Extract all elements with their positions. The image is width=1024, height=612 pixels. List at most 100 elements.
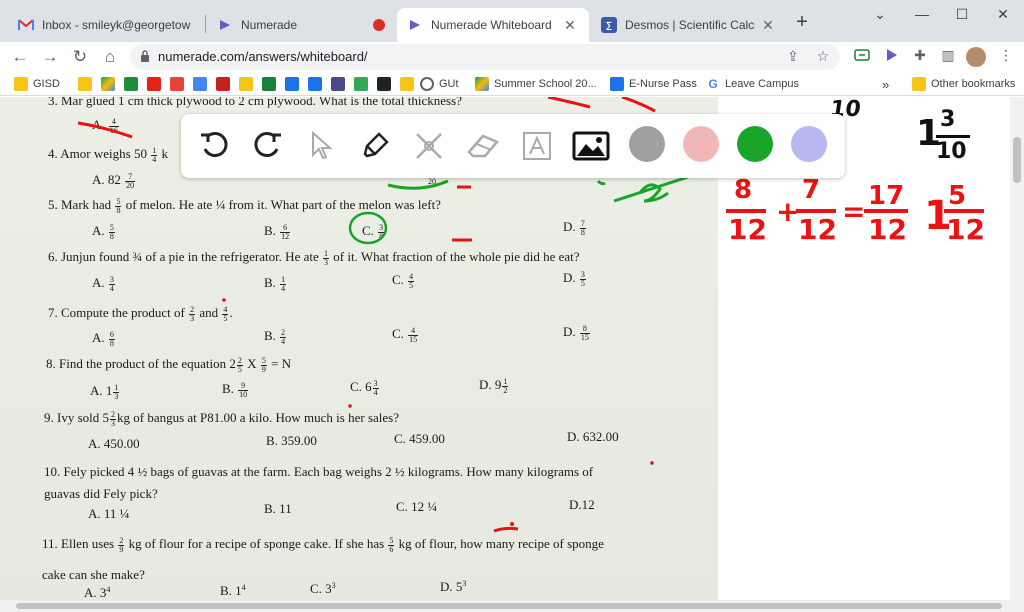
fraction: 13: [323, 248, 329, 267]
bookmark-app[interactable]: [354, 76, 373, 92]
bookmark-app[interactable]: [331, 76, 350, 92]
option-d: D.12: [569, 497, 595, 512]
reload-icon[interactable]: ↻: [68, 45, 92, 69]
bookmark-app[interactable]: [262, 76, 281, 92]
image-icon[interactable]: [571, 126, 611, 166]
pointer-icon[interactable]: [301, 126, 341, 166]
option-label: C.: [362, 223, 374, 238]
folder-icon: [912, 77, 926, 91]
bookmark-app[interactable]: [193, 76, 212, 92]
option-c: C. 12 ¼: [396, 499, 438, 514]
question-text: 6. Junjun found ¾ of a pie in the refrig…: [48, 249, 319, 264]
bookmark-classroom[interactable]: [124, 76, 143, 92]
maximize-icon[interactable]: ☐: [952, 6, 972, 24]
tab-title: Numerade: [241, 18, 298, 32]
bookmark-leave-campus[interactable]: G Leave Campus: [706, 76, 799, 92]
globe-icon: [420, 77, 434, 91]
scrollbar-thumb[interactable]: [16, 603, 1002, 609]
bookmark-gut[interactable]: GUt: [420, 76, 459, 92]
question-9: 9. Ivy sold 5 2 3 kg of bangus at P81.00 a …: [44, 409, 399, 428]
scrollbar-thumb[interactable]: [1013, 137, 1021, 183]
folder-icon: [78, 77, 92, 91]
color-pink-swatch[interactable]: [683, 126, 719, 162]
minimize-icon[interactable]: —: [912, 6, 932, 24]
tab-numerade[interactable]: Numerade: [207, 8, 395, 42]
bookmark-youtube[interactable]: [147, 76, 166, 92]
bookmarks-overflow-icon[interactable]: »: [882, 76, 889, 92]
back-icon[interactable]: ←: [8, 45, 32, 69]
bookmark-other[interactable]: Other bookmarks: [912, 76, 1015, 92]
bookmark-app[interactable]: [216, 76, 235, 92]
puzzle-icon[interactable]: ✚: [910, 47, 930, 67]
question-text: 4. Amor weighs 50: [48, 146, 147, 161]
question-4: 4. Amor weighs 50 14 k: [48, 146, 168, 164]
eraser-icon[interactable]: [463, 126, 503, 166]
bookmark-label: E-Nurse Pass: [629, 78, 697, 90]
bookmarks-bar: GISD GUt Summer School 20... E-Nurse Pas…: [0, 72, 1024, 96]
option-a: A. 68: [92, 329, 115, 348]
bookmark-app[interactable]: [308, 76, 327, 92]
tab-title: Numerade Whiteboard: [431, 18, 552, 32]
option-label: D.: [563, 219, 576, 234]
option-c: C. 4 15: [392, 325, 419, 344]
question-text: 3. Mar glued 1: [48, 97, 125, 108]
question-11-line-2: cake can she make?: [42, 567, 145, 582]
tab-inbox[interactable]: Inbox - smileyk@georgetow: [8, 8, 203, 42]
text-icon[interactable]: [517, 126, 557, 166]
side-panel-icon[interactable]: ▥: [938, 47, 958, 67]
laser-icon[interactable]: [409, 126, 449, 166]
app-icon: [331, 77, 345, 91]
bookmark-label: GISD: [33, 78, 60, 90]
color-green-swatch[interactable]: [737, 126, 773, 162]
option-c: C. 33: [310, 581, 336, 596]
redo-icon[interactable]: [247, 126, 287, 166]
close-tab-icon[interactable]: ✕: [561, 17, 579, 34]
option-d: D. 912: [479, 376, 509, 395]
address-bar[interactable]: numerade.com/answers/whiteboard/ ⇪ ☆: [130, 44, 840, 70]
app-icon: [262, 77, 276, 91]
option-a: A. 34: [84, 585, 111, 600]
pen-icon[interactable]: [355, 126, 395, 166]
bookmark-e-nurse-pass[interactable]: E-Nurse Pass: [610, 76, 697, 92]
bookmark-label: Other bookmarks: [931, 78, 1016, 90]
color-lavender-swatch[interactable]: [791, 126, 827, 162]
extension-icon[interactable]: [852, 47, 872, 67]
share-icon[interactable]: ⇪: [784, 48, 802, 66]
tab-search-icon[interactable]: ⌄: [870, 6, 890, 24]
bookmark-app[interactable]: [377, 76, 396, 92]
close-window-icon[interactable]: ✕: [993, 6, 1013, 24]
tab-desmos[interactable]: ∑ Desmos | Scientific Calculat ✕: [591, 8, 787, 42]
horizontal-scrollbar[interactable]: [0, 600, 1024, 612]
bookmark-folder[interactable]: [78, 76, 97, 92]
menu-icon[interactable]: ⋮: [996, 47, 1016, 67]
numerade-icon: [407, 17, 423, 33]
whiteboard-toolbar: [181, 114, 845, 178]
forward-icon[interactable]: →: [38, 45, 62, 69]
option-d: D. 78: [563, 218, 586, 237]
whiteboard-canvas[interactable]: 3. Mar glued 1 cm thick plywood to 2 cm …: [0, 97, 1010, 600]
extension-icon[interactable]: [882, 47, 902, 67]
bookmark-app[interactable]: [285, 76, 304, 92]
classroom-icon: [124, 77, 138, 91]
new-tab-icon[interactable]: +: [792, 12, 812, 32]
youtube-icon: [147, 77, 161, 91]
browser-toolbar: ← → ↻ ⌂ numerade.com/answers/whiteboard/…: [0, 42, 1024, 72]
fraction: 58: [115, 196, 122, 215]
bookmark-app[interactable]: [400, 76, 419, 92]
bookmark-summer-school[interactable]: Summer School 20...: [475, 76, 597, 92]
option-label: B.: [264, 223, 276, 238]
bookmark-gisd[interactable]: GISD: [14, 76, 60, 92]
bookmark-app[interactable]: [170, 76, 189, 92]
undo-icon[interactable]: [195, 126, 235, 166]
home-icon[interactable]: ⌂: [98, 45, 122, 69]
bookmark-star-icon[interactable]: ☆: [814, 48, 832, 66]
color-gray-swatch[interactable]: [629, 126, 665, 162]
close-tab-icon[interactable]: ✕: [759, 17, 777, 34]
vertical-scrollbar[interactable]: [1010, 97, 1024, 600]
tab-strip: Inbox - smileyk@georgetow Numerade Numer…: [0, 0, 1024, 42]
bookmark-app[interactable]: [239, 76, 258, 92]
tab-numerade-whiteboard[interactable]: Numerade Whiteboard ✕: [397, 8, 589, 42]
bookmark-drive[interactable]: [101, 76, 120, 92]
avatar[interactable]: [966, 47, 986, 67]
question-text: cm plywood. What is the total thickness?: [248, 97, 462, 108]
